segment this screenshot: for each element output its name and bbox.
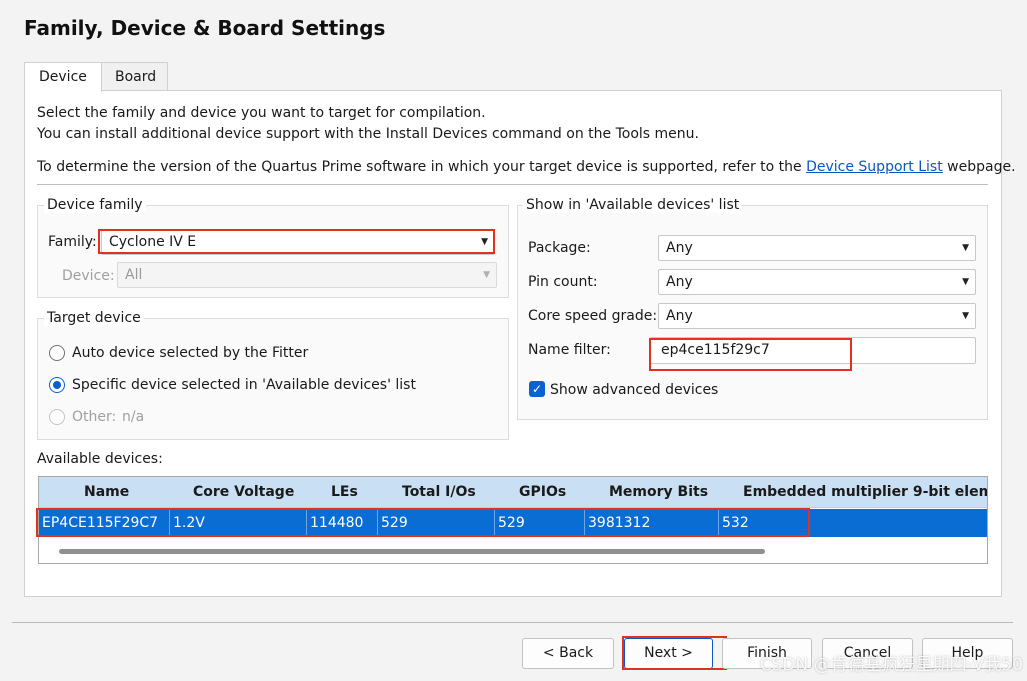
device-support-list-link[interactable]: Device Support List [806,159,943,175]
intro-line-3: To determine the version of the Quartus … [37,159,1016,175]
device-select[interactable]: All ▼ [117,262,497,288]
package-select-value: Any [666,240,693,256]
show-in-title: Show in 'Available devices' list [523,197,743,213]
footer-divider [12,622,1013,623]
pin-count-select[interactable]: Any ▼ [658,269,976,295]
column-header-name[interactable]: Name [84,477,129,508]
device-select-value: All [125,267,143,283]
speed-grade-label: Core speed grade: [528,308,658,324]
intro-line-3-suffix: webpage. [947,159,1016,175]
chevron-down-icon: ▼ [483,270,490,280]
divider [37,184,988,185]
chevron-down-icon: ▼ [481,237,488,247]
column-header-les[interactable]: LEs [331,477,358,508]
speed-grade-select-value: Any [666,308,693,324]
intro-line-1: Select the family and device you want to… [37,105,486,121]
radio-specific-device-label: Specific device selected in 'Available d… [72,377,416,393]
cell-memory-bits: 3981312 [585,509,719,537]
family-select[interactable]: Cyclone IV E ▼ [101,229,495,255]
available-devices-table: Name Core Voltage LEs Total I/Os GPIOs M… [38,476,988,564]
tab-board[interactable]: Board [100,62,168,91]
cell-gpios: 529 [495,509,585,537]
package-select[interactable]: Any ▼ [658,235,976,261]
intro-line-3-prefix: To determine the version of the Quartus … [37,159,802,175]
table-header: Name Core Voltage LEs Total I/Os GPIOs M… [39,477,987,508]
page-title: Family, Device & Board Settings [24,16,386,40]
intro-line-2: You can install additional device suppor… [37,126,699,142]
available-devices-label: Available devices: [37,451,163,467]
tab-device[interactable]: Device [24,62,102,92]
radio-auto-device-label: Auto device selected by the Fitter [72,345,309,361]
cell-core-voltage: 1.2V [170,509,307,537]
speed-grade-select[interactable]: Any ▼ [658,303,976,329]
back-button[interactable]: < Back [522,638,614,669]
device-label: Device: [62,268,115,284]
table-row[interactable]: EP4CE115F29C7 1.2V 114480 529 529 398131… [39,509,987,537]
cell-total-ios: 529 [378,509,495,537]
watermark: CSDN @肯德基疯狂星期四-V我50 [759,655,1023,675]
chevron-down-icon: ▼ [962,311,969,321]
radio-other-device[interactable] [49,409,65,425]
family-select-value: Cyclone IV E [109,234,197,250]
pin-count-label: Pin count: [528,274,598,290]
target-device-title: Target device [44,310,144,326]
chevron-down-icon: ▼ [962,277,969,287]
family-label: Family: [48,234,97,250]
column-header-core-voltage[interactable]: Core Voltage [193,477,294,508]
cell-name: EP4CE115F29C7 [39,509,170,537]
pin-count-select-value: Any [666,274,693,290]
device-family-title: Device family [44,197,146,213]
radio-specific-device[interactable] [49,377,65,393]
next-button[interactable]: Next > [624,638,713,669]
radio-other-device-label: Other: [72,409,117,425]
package-label: Package: [528,240,591,256]
radio-auto-device[interactable] [49,345,65,361]
scrollbar-thumb[interactable] [59,549,765,554]
column-header-gpios[interactable]: GPIOs [519,477,566,508]
show-advanced-label: Show advanced devices [550,382,719,398]
cell-embedded-multiplier: 532 [722,515,749,531]
column-header-embedded-multiplier[interactable]: Embedded multiplier 9-bit elements [743,477,987,508]
name-filter-input[interactable]: ep4ce115f29c7 [650,337,976,364]
name-filter-label: Name filter: [528,342,611,358]
column-header-total-ios[interactable]: Total I/Os [402,477,476,508]
show-advanced-checkbox[interactable]: ✓ [529,381,545,397]
column-header-memory-bits[interactable]: Memory Bits [609,477,708,508]
chevron-down-icon: ▼ [962,243,969,253]
cell-les: 114480 [307,509,378,537]
other-device-value: n/a [122,409,145,425]
